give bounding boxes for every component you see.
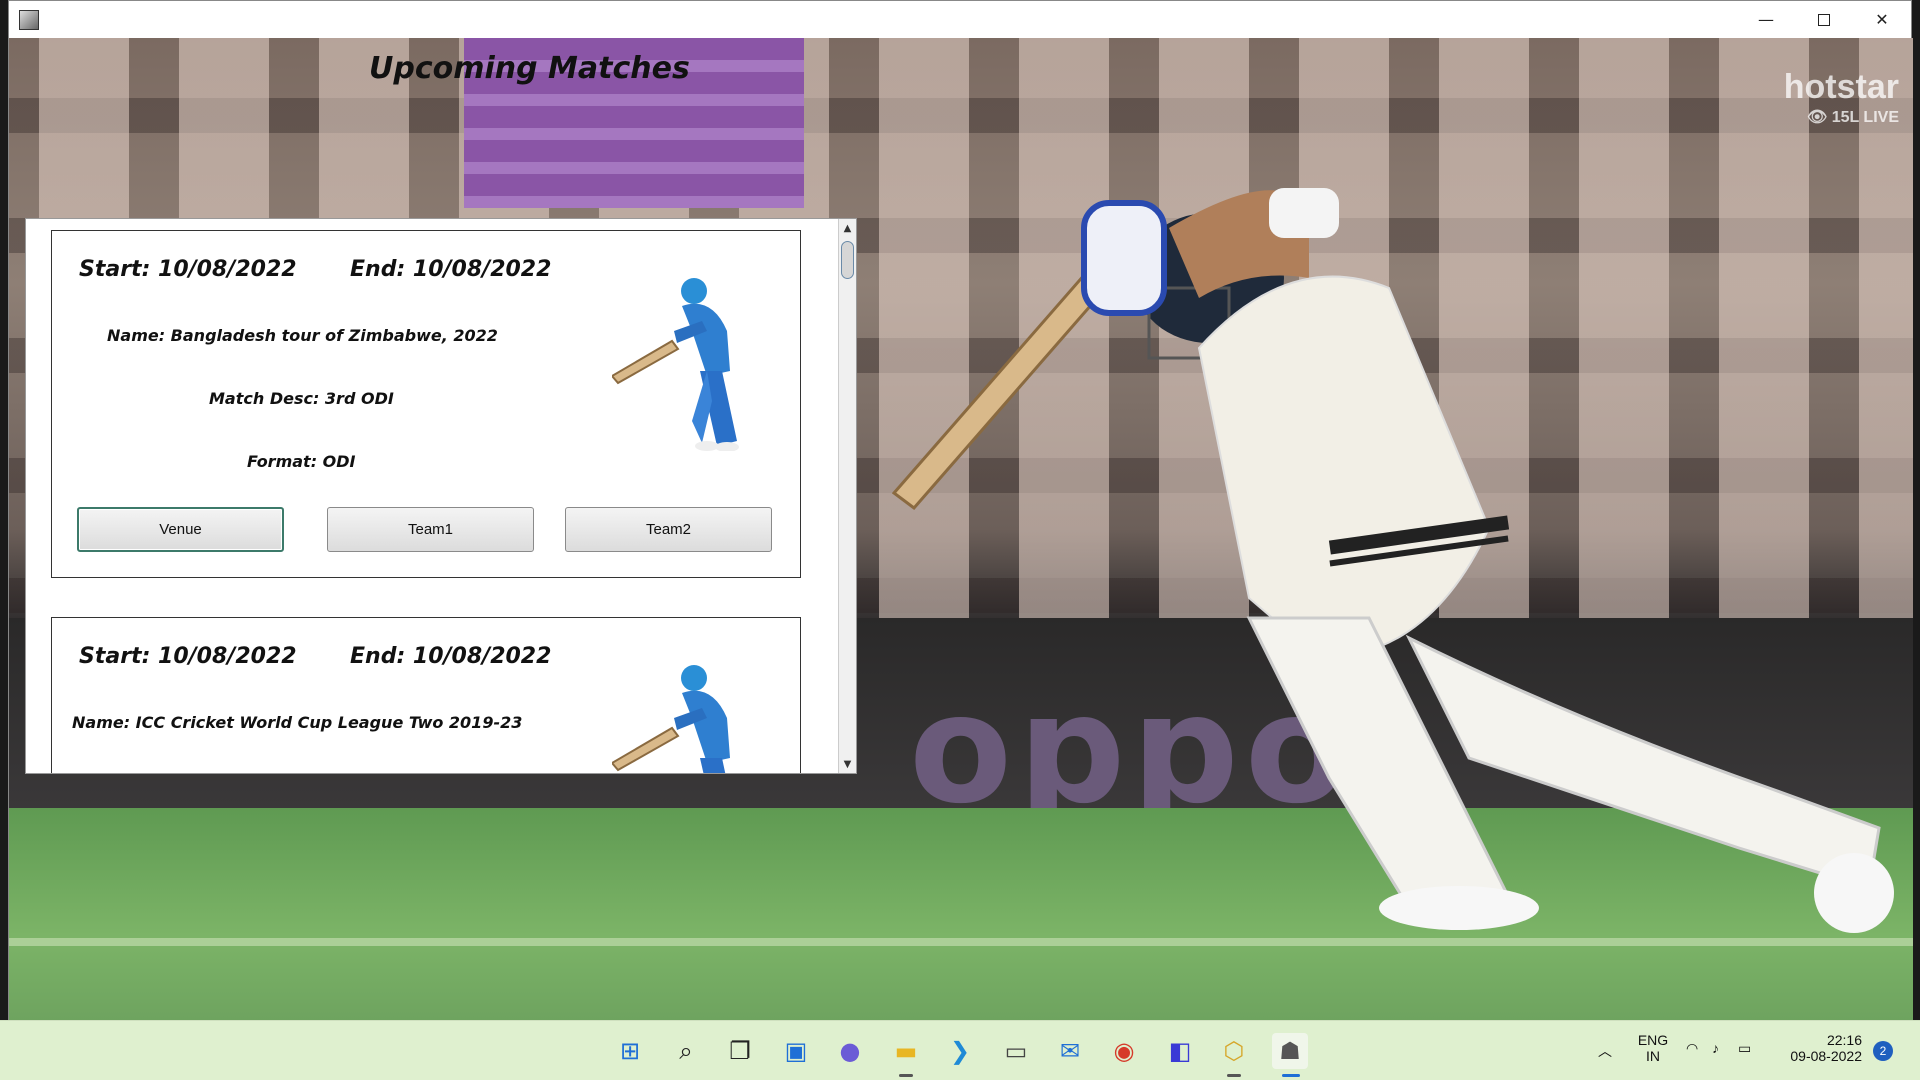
close-button[interactable]: ✕ xyxy=(1853,1,1911,38)
show-hidden-icons[interactable]: ︿ xyxy=(1598,1041,1612,1061)
batsman-image xyxy=(891,188,1894,933)
vscode-icon[interactable]: ❯ xyxy=(942,1033,978,1069)
minimize-button[interactable]: — xyxy=(1737,1,1795,38)
match-end-date: End: 10/08/2022 xyxy=(350,644,552,669)
match-start-date: Start: 10/08/2022 xyxy=(79,257,297,282)
title-bar: — ✕ xyxy=(9,1,1911,38)
widgets-icon[interactable]: ▣ xyxy=(778,1033,814,1069)
volume-icon[interactable]: ♪ xyxy=(1712,1040,1719,1056)
vertical-scrollbar[interactable]: ▲ ▼ xyxy=(838,219,856,773)
live-viewer-count: 👁 15L LIVE xyxy=(1806,109,1899,126)
match-end-date: End: 10/08/2022 xyxy=(350,257,552,282)
terminal-icon[interactable]: ▭ xyxy=(998,1033,1034,1069)
windows-start-icon[interactable]: ⊞ xyxy=(612,1033,648,1069)
maximize-icon xyxy=(1818,13,1830,26)
app-icon[interactable]: ⬡ xyxy=(1216,1033,1252,1069)
task-view-icon[interactable]: ❐ xyxy=(722,1033,758,1069)
venue-button[interactable]: Venue xyxy=(77,507,284,552)
maximize-button[interactable] xyxy=(1795,1,1853,38)
app-active-indicator xyxy=(1282,1074,1300,1077)
matches-scroll-pane[interactable]: Start: 10/08/2022 End: 10/08/2022 Name: … xyxy=(25,218,857,774)
page-title: Upcoming Matches xyxy=(369,51,690,86)
match-name: Name: ICC Cricket World Cup League Two 2… xyxy=(72,713,523,732)
app-running-indicator xyxy=(899,1074,913,1077)
background-image: oppo hotstar 👁 15L LIVE Upcoming Matches… xyxy=(9,38,1913,1021)
scroll-up-icon[interactable]: ▲ xyxy=(839,219,856,237)
java-app-icon xyxy=(19,10,39,30)
eye-icon: 👁 xyxy=(1806,109,1828,126)
language-indicator[interactable]: ENG IN xyxy=(1636,1032,1670,1064)
battery-icon[interactable]: ▭ xyxy=(1738,1040,1751,1057)
cricketer-image xyxy=(612,665,730,773)
notification-badge[interactable]: 2 xyxy=(1873,1041,1893,1061)
scroll-down-icon[interactable]: ▼ xyxy=(839,755,856,773)
hotstar-watermark: hotstar 👁 15L LIVE xyxy=(1784,68,1899,127)
mail-icon[interactable]: ✉ xyxy=(1052,1033,1088,1069)
hotstar-logo: hotstar xyxy=(1783,68,1899,106)
cricketer-image xyxy=(612,278,739,451)
scroll-thumb[interactable] xyxy=(841,241,854,279)
match-card: Start: 10/08/2022 End: 10/08/2022 Name: … xyxy=(51,617,801,773)
java-app-icon[interactable]: ☗ xyxy=(1272,1033,1308,1069)
file-explorer-icon[interactable]: ▬ xyxy=(888,1033,924,1069)
match-name: Name: Bangladesh tour of Zimbabwe, 2022 xyxy=(107,326,498,345)
search-icon[interactable]: ⌕ xyxy=(668,1033,704,1069)
app-window: — ✕ oppo hotstar 👁 15L LIVE Upcoming Mat… xyxy=(8,0,1913,1021)
chrome-icon[interactable]: ◉ xyxy=(1106,1033,1142,1069)
team1-button[interactable]: Team1 xyxy=(327,507,534,552)
match-start-date: Start: 10/08/2022 xyxy=(79,644,297,669)
match-description: Match Desc: 3rd ODI xyxy=(209,389,394,408)
clock[interactable]: 22:16 09-08-2022 xyxy=(1782,1032,1862,1064)
team2-button[interactable]: Team2 xyxy=(565,507,772,552)
taskbar: ⊞ ⌕ ❐ ▣ ● ▬ ❯ ▭ ✉ ◉ ◧ ⬡ ☗ ︿ ENG IN ◠ ♪ ▭… xyxy=(0,1020,1920,1080)
wifi-icon[interactable]: ◠ xyxy=(1686,1040,1698,1057)
chat-icon[interactable]: ● xyxy=(832,1033,868,1069)
match-format: Format: ODI xyxy=(247,452,356,471)
app-running-indicator xyxy=(1227,1074,1241,1077)
editor-icon[interactable]: ◧ xyxy=(1162,1033,1198,1069)
match-card: Start: 10/08/2022 End: 10/08/2022 Name: … xyxy=(51,230,801,578)
